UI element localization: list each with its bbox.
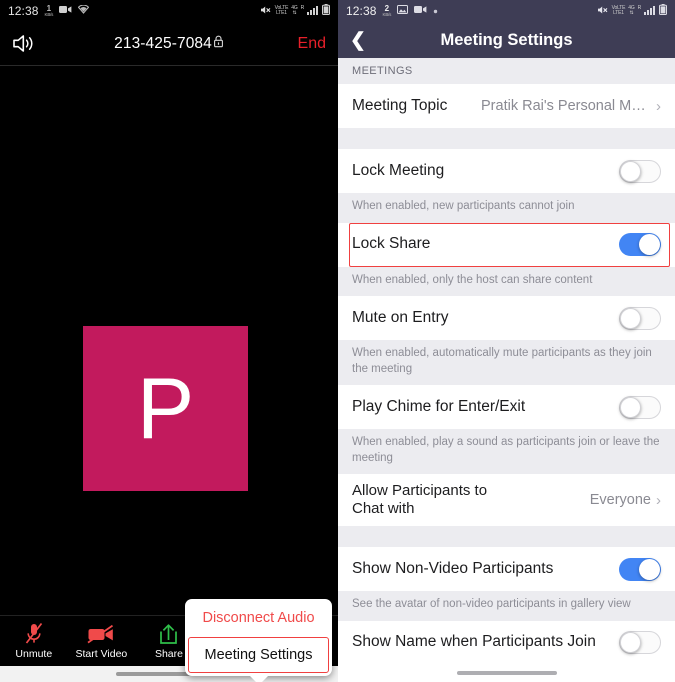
row-value: Everyone › xyxy=(590,492,661,509)
speaker-icon[interactable] xyxy=(12,34,36,53)
roaming-icon: R xyxy=(300,5,305,11)
navigation-bar: ❮ Meeting Settings xyxy=(338,22,675,58)
meeting-topic-value: Pratik Rai's Personal Meeti... xyxy=(481,98,651,114)
home-bar[interactable] xyxy=(456,671,557,675)
toggle-play-chime[interactable] xyxy=(619,395,661,419)
camera-icon xyxy=(414,5,427,17)
row-label: Lock Share xyxy=(352,235,431,253)
right-status-bar: 12:38 2 KB/s VoLTE LTE1 4G ⇅ R xyxy=(338,0,675,22)
zoom-in-call-screen: 12:38 1 KB/s VoLTE LTE1 4G ⇅ R 213-425-7… xyxy=(0,0,338,682)
row-chat-with[interactable]: Allow Participants to Chat with Everyone… xyxy=(338,474,675,527)
status-bar-time: 12:38 xyxy=(346,4,377,18)
screenshot-root: 12:38 1 KB/s VoLTE LTE1 4G ⇅ R 213-425-7… xyxy=(0,0,675,682)
call-bar: 213-425-7084 End xyxy=(0,22,338,66)
row-label: Meeting Topic xyxy=(352,96,448,114)
end-call-button[interactable]: End xyxy=(298,35,326,53)
chat-with-line1: Allow Participants to xyxy=(352,482,488,500)
chat-with-line2: Chat with xyxy=(352,500,415,518)
page-title: Meeting Settings xyxy=(440,30,573,49)
volte-lte1-icon: VoLTE LTE1 xyxy=(274,5,289,16)
mute-icon xyxy=(597,5,609,18)
battery-icon xyxy=(322,4,330,18)
battery-icon xyxy=(659,4,667,18)
avatar: P xyxy=(83,326,248,491)
image-icon xyxy=(397,5,409,17)
toggle-show-non-video-participants[interactable] xyxy=(619,557,661,581)
row-lock-share[interactable]: Lock Share xyxy=(338,222,675,267)
hint-play-chime: When enabled, play a sound as participan… xyxy=(338,429,675,475)
toggle-mute-on-entry[interactable] xyxy=(619,306,661,330)
meeting-settings-screen: 12:38 2 KB/s VoLTE LTE1 4G ⇅ R ❮ Meeting… xyxy=(338,0,675,682)
toolbar-label: Start Video xyxy=(75,648,128,660)
volte-lte1-icon: VoLTE LTE1 xyxy=(611,5,626,16)
camera-icon xyxy=(59,5,72,17)
data-rate-indicator: 1 KB/s xyxy=(44,3,54,17)
chevron-right-icon: › xyxy=(656,97,661,115)
call-number-text: 213-425-7084 xyxy=(114,34,212,52)
4g-icon: 4G ⇅ xyxy=(628,5,635,16)
wifi-icon xyxy=(78,4,90,17)
status-bar-time: 12:38 xyxy=(8,4,39,18)
roaming-icon: R xyxy=(637,5,642,11)
mic-muted-icon xyxy=(24,622,44,645)
hint-lock-meeting: When enabled, new participants cannot jo… xyxy=(338,193,675,223)
chat-with-value: Everyone xyxy=(589,492,651,509)
section-gap xyxy=(338,526,675,548)
avatar-initial: P xyxy=(136,360,195,457)
chevron-left-icon[interactable]: ❮ xyxy=(350,31,366,50)
toolbar-button-start-video[interactable]: Start Video xyxy=(68,616,136,666)
row-show-non-video-participants[interactable]: Show Non-Video Participants xyxy=(338,547,675,592)
call-number: 213-425-7084 xyxy=(0,35,338,53)
row-label: Show Name when Participants Join xyxy=(352,633,596,651)
row-label: Play Chime for Enter/Exit xyxy=(352,397,526,415)
share-up-icon xyxy=(158,622,179,645)
toolbar-label: Share xyxy=(154,648,183,660)
row-show-name-when-participants-join[interactable]: Show Name when Participants Join xyxy=(338,620,675,665)
row-label: Show Non-Video Participants xyxy=(352,559,554,577)
row-value: Pratik Rai's Personal Meeti... › xyxy=(481,98,661,115)
row-meeting-topic[interactable]: Meeting Topic Pratik Rai's Personal Meet… xyxy=(338,84,675,128)
toggle-lock-meeting[interactable] xyxy=(619,159,661,183)
mute-icon xyxy=(260,5,272,18)
4g-icon: 4G ⇅ xyxy=(291,5,298,16)
video-muted-icon xyxy=(87,622,115,645)
data-rate-indicator: 2 KB/s xyxy=(382,3,392,17)
row-label: Lock Meeting xyxy=(352,161,445,179)
hint-mute-on-entry: When enabled, automatically mute partici… xyxy=(338,340,675,386)
left-status-bar: 12:38 1 KB/s VoLTE LTE1 4G ⇅ R xyxy=(0,0,338,22)
toolbar-button-unmute[interactable]: Unmute xyxy=(0,616,68,666)
popup-arrow-icon xyxy=(248,675,269,682)
row-label: Mute on Entry xyxy=(352,308,449,326)
section-header-meetings: MEETINGS xyxy=(338,58,675,84)
toolbar-label: Unmute xyxy=(15,648,53,660)
row-lock-meeting[interactable]: Lock Meeting xyxy=(338,149,675,193)
row-play-chime[interactable]: Play Chime for Enter/Exit xyxy=(338,385,675,430)
signal-bars-icon xyxy=(307,5,319,18)
row-mute-on-entry[interactable]: Mute on Entry xyxy=(338,296,675,341)
section-gap xyxy=(338,128,675,149)
chevron-right-icon: › xyxy=(656,491,661,509)
signal-bars-icon xyxy=(644,5,656,18)
hint-show-non-video: See the avatar of non-video participants… xyxy=(338,591,675,621)
dot-icon xyxy=(433,5,438,17)
row-label: Allow Participants to Chat with xyxy=(352,482,487,518)
hint-lock-share: When enabled, only the host can share co… xyxy=(338,266,675,297)
home-indicator xyxy=(338,664,675,682)
toggle-show-name[interactable] xyxy=(619,631,661,655)
popup-item-meeting-settings[interactable]: Meeting Settings xyxy=(188,637,329,673)
popup-item-disconnect-audio[interactable]: Disconnect Audio xyxy=(185,599,332,637)
lock-icon xyxy=(213,35,224,53)
toggle-lock-share[interactable] xyxy=(619,233,661,257)
more-options-popup: Disconnect Audio Meeting Settings xyxy=(185,599,332,682)
